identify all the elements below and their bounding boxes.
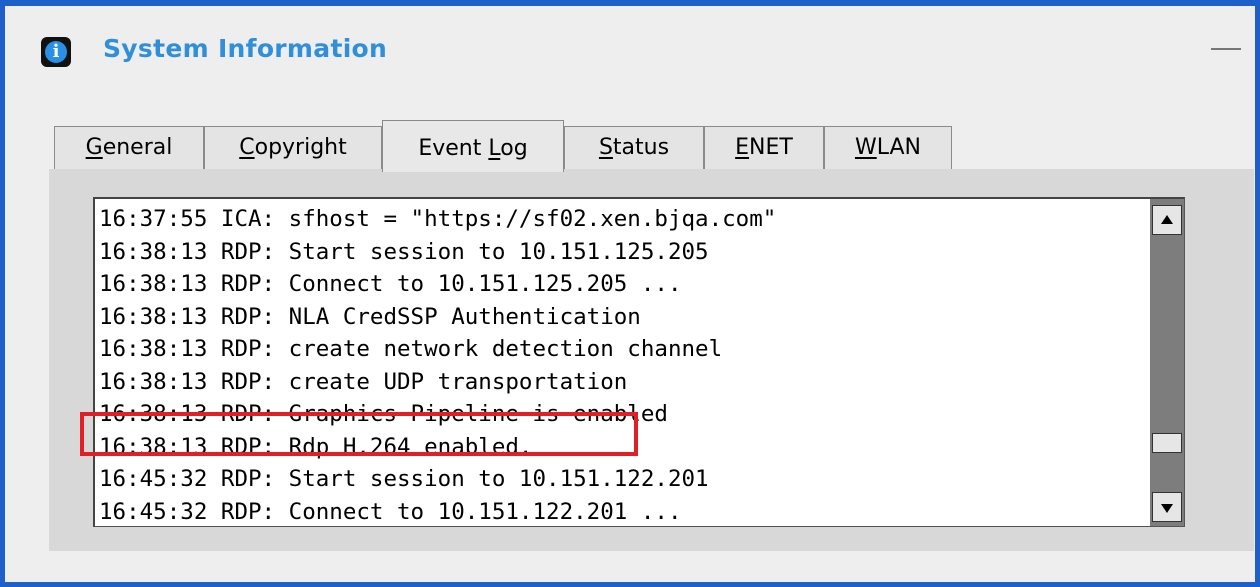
title-bar: i System Information (5, 6, 1255, 86)
event-log-lines: 16:37:55 ICA: sfhost = "https://sf02.xen… (99, 203, 1146, 528)
log-line: 16:45:32 RDP: Connect to 10.151.122.201 … (99, 498, 682, 525)
log-line: 16:38:13 RDP: NLA CredSSP Authentication (99, 303, 641, 330)
tab-general[interactable]: General (54, 126, 204, 170)
log-line: 16:38:13 RDP: create UDP transportation (99, 368, 628, 395)
window-title: System Information (103, 34, 388, 63)
vertical-scrollbar[interactable] (1150, 199, 1184, 526)
event-log-list[interactable]: 16:37:55 ICA: sfhost = "https://sf02.xen… (93, 197, 1185, 527)
tab-status[interactable]: Status (564, 126, 704, 170)
log-line: 16:38:13 RDP: Start session to 10.151.12… (99, 238, 709, 265)
scroll-thumb[interactable] (1152, 433, 1182, 453)
log-line: 16:38:13 RDP: create network detection c… (99, 336, 723, 362)
scroll-down-arrow-icon[interactable] (1152, 492, 1182, 522)
log-line: 16:37:55 ICA: sfhost = "https://sf02.xen… (99, 206, 777, 232)
event-log-panel: 16:37:55 ICA: sfhost = "https://sf02.xen… (49, 169, 1254, 551)
log-line: 16:45:32 RDP: Start session to 10.151.12… (99, 466, 709, 492)
info-icon: i (41, 37, 71, 67)
tab-wlan[interactable]: WLAN (824, 126, 952, 170)
tab-event-log[interactable]: Event Log (382, 120, 564, 172)
minimize-button[interactable] (1211, 48, 1241, 50)
system-information-window: i System Information General Copyright E… (5, 6, 1255, 582)
tab-enet[interactable]: ENET (704, 126, 824, 170)
tab-copyright[interactable]: Copyright (204, 126, 382, 170)
scroll-up-arrow-icon[interactable] (1152, 205, 1182, 235)
log-line: 16:38:13 RDP: Connect to 10.151.125.205 … (99, 271, 682, 297)
highlight-box (80, 412, 638, 456)
